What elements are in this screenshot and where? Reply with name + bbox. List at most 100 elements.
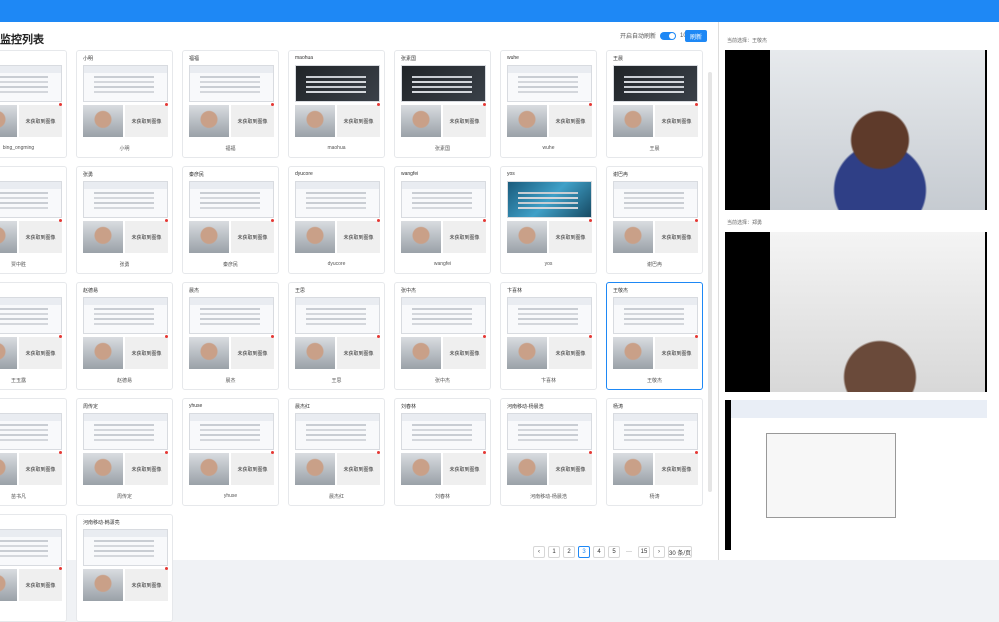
page-size-select[interactable]: 30 条/页 bbox=[668, 546, 693, 558]
page-button[interactable]: 4 bbox=[593, 546, 605, 558]
next-page-button[interactable]: › bbox=[653, 546, 665, 558]
camera-thumbnail[interactable] bbox=[401, 453, 441, 485]
camera-thumbnail[interactable] bbox=[613, 453, 653, 485]
screen-thumbnail[interactable] bbox=[295, 297, 380, 334]
screen-thumbnail[interactable] bbox=[0, 181, 62, 218]
screen-thumbnail[interactable] bbox=[507, 413, 592, 450]
camera-thumbnail[interactable] bbox=[189, 337, 229, 369]
screen-thumbnail[interactable] bbox=[613, 65, 698, 102]
screen-thumbnail[interactable] bbox=[507, 65, 592, 102]
camera-thumbnail[interactable] bbox=[613, 105, 653, 137]
screen-thumbnail[interactable] bbox=[83, 65, 168, 102]
page-button[interactable]: 3 bbox=[578, 546, 590, 558]
camera-thumbnail[interactable] bbox=[507, 105, 547, 137]
camera-thumbnail[interactable] bbox=[401, 105, 441, 137]
camera-card[interactable]: 小明 未获取到图像 小明 bbox=[76, 50, 173, 158]
screen-thumbnail[interactable] bbox=[507, 181, 592, 218]
camera-thumbnail[interactable] bbox=[295, 105, 335, 137]
camera-thumbnail[interactable] bbox=[189, 105, 229, 137]
camera-card[interactable]: 晨杰 未获取到图像 晨杰 bbox=[182, 282, 279, 390]
camera-thumbnail[interactable] bbox=[613, 337, 653, 369]
screen-thumbnail[interactable] bbox=[401, 297, 486, 334]
refresh-button[interactable]: 刷新 bbox=[685, 30, 707, 42]
camera-thumbnail[interactable] bbox=[507, 453, 547, 485]
screen-thumbnail[interactable] bbox=[0, 297, 62, 334]
live-video-1[interactable] bbox=[725, 50, 987, 210]
scrollbar[interactable] bbox=[708, 72, 712, 492]
camera-thumbnail[interactable] bbox=[0, 337, 17, 369]
camera-thumbnail[interactable] bbox=[189, 453, 229, 485]
page-button[interactable]: 2 bbox=[563, 546, 575, 558]
camera-thumbnail[interactable] bbox=[0, 105, 17, 137]
camera-card[interactable]: 未获取到图像 王玉露 bbox=[0, 282, 67, 390]
screen-thumbnail[interactable] bbox=[401, 413, 486, 450]
camera-thumbnail[interactable] bbox=[0, 221, 17, 253]
camera-thumbnail[interactable] bbox=[507, 221, 547, 253]
screen-thumbnail[interactable] bbox=[401, 181, 486, 218]
screen-thumbnail[interactable] bbox=[0, 529, 62, 566]
camera-card[interactable]: 河南移动-韩潇亮 未获取到图像 bbox=[76, 514, 173, 622]
camera-card[interactable]: 谢巴冉 未获取到图像 谢巴冉 bbox=[606, 166, 703, 274]
camera-card[interactable]: 刘春林 未获取到图像 刘春林 bbox=[394, 398, 491, 506]
camera-card[interactable]: yhuse 未获取到图像 yhuse bbox=[182, 398, 279, 506]
screen-thumbnail[interactable] bbox=[0, 413, 62, 450]
screen-thumbnail[interactable] bbox=[401, 65, 486, 102]
live-video-2[interactable] bbox=[725, 232, 987, 392]
screen-thumbnail[interactable] bbox=[189, 181, 274, 218]
camera-card[interactable]: yos 未获取到图像 yos bbox=[500, 166, 597, 274]
screen-thumbnail[interactable] bbox=[613, 413, 698, 450]
camera-card[interactable]: 未获取到图像 bbox=[0, 514, 67, 622]
page-button[interactable]: 15 bbox=[638, 546, 650, 558]
camera-thumbnail[interactable] bbox=[83, 337, 123, 369]
screen-thumbnail[interactable] bbox=[507, 297, 592, 334]
auto-refresh-toggle[interactable] bbox=[660, 31, 677, 40]
camera-thumbnail[interactable] bbox=[83, 221, 123, 253]
camera-card[interactable]: 张中杰 未获取到图像 张中杰 bbox=[394, 282, 491, 390]
camera-card[interactable]: dyucore 未获取到图像 dyucore bbox=[288, 166, 385, 274]
camera-card[interactable]: maohua 未获取到图像 maohua bbox=[288, 50, 385, 158]
camera-thumbnail[interactable] bbox=[295, 453, 335, 485]
screen-thumbnail[interactable] bbox=[295, 181, 380, 218]
camera-thumbnail[interactable] bbox=[613, 221, 653, 253]
screen-thumbnail[interactable] bbox=[295, 65, 380, 102]
camera-card[interactable]: 张素国 未获取到图像 张素国 bbox=[394, 50, 491, 158]
camera-card[interactable]: 王思 未获取到图像 王思 bbox=[288, 282, 385, 390]
camera-card[interactable]: 秦彦民 未获取到图像 秦彦民 bbox=[182, 166, 279, 274]
screen-share-view[interactable] bbox=[725, 400, 987, 550]
camera-thumbnail[interactable] bbox=[0, 569, 17, 601]
camera-card[interactable]: 王敬杰 未获取到图像 王敬杰 bbox=[606, 282, 703, 390]
camera-card[interactable]: 张勇 未获取到图像 张勇 bbox=[76, 166, 173, 274]
screen-thumbnail[interactable] bbox=[613, 181, 698, 218]
camera-card[interactable]: wangfei 未获取到图像 wangfei bbox=[394, 166, 491, 274]
camera-card[interactable]: 杨涛 未获取到图像 杨涛 bbox=[606, 398, 703, 506]
screen-thumbnail[interactable] bbox=[295, 413, 380, 450]
screen-thumbnail[interactable] bbox=[83, 413, 168, 450]
camera-card[interactable]: 未获取到图像 贾中胜 bbox=[0, 166, 67, 274]
screen-thumbnail[interactable] bbox=[613, 297, 698, 334]
page-button[interactable]: ··· bbox=[623, 546, 635, 558]
camera-card[interactable]: 晨杰红 未获取到图像 晨杰红 bbox=[288, 398, 385, 506]
camera-card[interactable]: nging 未获取到图像 bing_ongming bbox=[0, 50, 67, 158]
camera-thumbnail[interactable] bbox=[295, 221, 335, 253]
screen-thumbnail[interactable] bbox=[0, 65, 62, 102]
screen-thumbnail[interactable] bbox=[189, 297, 274, 334]
camera-thumbnail[interactable] bbox=[83, 105, 123, 137]
camera-card[interactable]: 未获取到图像 苗书凡 bbox=[0, 398, 67, 506]
screen-thumbnail[interactable] bbox=[83, 297, 168, 334]
camera-thumbnail[interactable] bbox=[507, 337, 547, 369]
camera-card[interactable]: 福福 未获取到图像 福福 bbox=[182, 50, 279, 158]
camera-thumbnail[interactable] bbox=[189, 221, 229, 253]
screen-thumbnail[interactable] bbox=[83, 181, 168, 218]
camera-thumbnail[interactable] bbox=[401, 221, 441, 253]
camera-card[interactable]: 河南移动-杨晨浩 未获取到图像 河南移动-杨晨浩 bbox=[500, 398, 597, 506]
camera-thumbnail[interactable] bbox=[83, 453, 123, 485]
page-button[interactable]: 1 bbox=[548, 546, 560, 558]
page-button[interactable]: 5 bbox=[608, 546, 620, 558]
camera-thumbnail[interactable] bbox=[401, 337, 441, 369]
camera-card[interactable]: 赵德易 未获取到图像 赵德易 bbox=[76, 282, 173, 390]
camera-card[interactable]: 周传定 未获取到图像 周传定 bbox=[76, 398, 173, 506]
camera-card[interactable]: 卞喜林 未获取到图像 卞喜林 bbox=[500, 282, 597, 390]
screen-thumbnail[interactable] bbox=[189, 413, 274, 450]
screen-thumbnail[interactable] bbox=[189, 65, 274, 102]
prev-page-button[interactable]: ‹ bbox=[533, 546, 545, 558]
